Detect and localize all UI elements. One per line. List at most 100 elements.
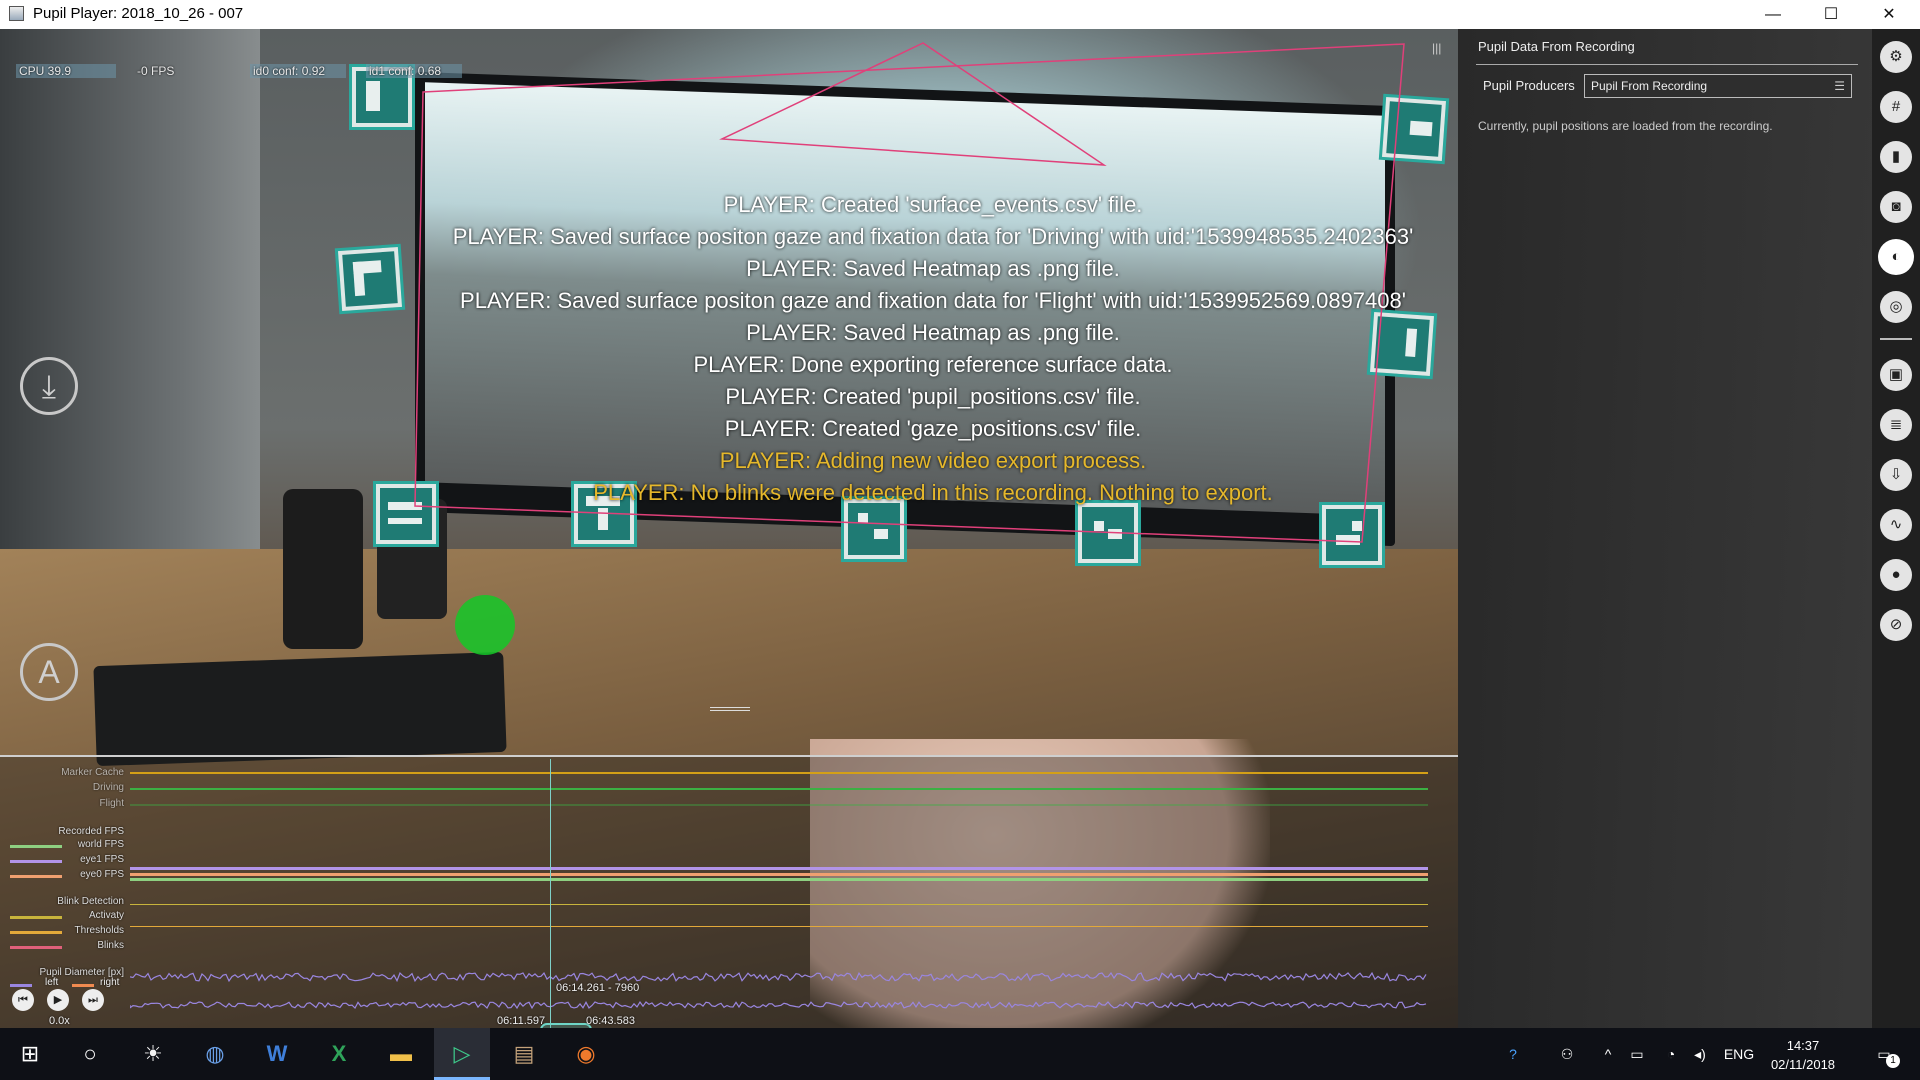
timeline-resize-handle[interactable] — [710, 707, 750, 711]
iconbar-divider — [1880, 338, 1912, 340]
help-icon[interactable]: ? — [1498, 1028, 1528, 1080]
bar-chart-icon[interactable]: ▮ — [1880, 141, 1912, 173]
trim-end-time: 06:43.583 — [586, 1015, 635, 1027]
timeline-label-blink-detection: Blink Detection — [57, 896, 124, 907]
clock-time: 14:37 — [1786, 1038, 1820, 1053]
language-indicator[interactable]: ENG — [1720, 1028, 1758, 1080]
media-app-icon[interactable]: ▤ — [496, 1028, 552, 1080]
timeline[interactable]: Marker Cache Driving Flight Recorded FPS… — [0, 755, 1458, 1028]
eye-ring-icon[interactable]: ◎ — [1880, 291, 1912, 323]
log-message: PLAYER: Saved surface positon gaze and f… — [460, 288, 1406, 313]
timeline-track-driving — [130, 788, 1428, 790]
timeline-label-driving: Driving — [92, 782, 124, 793]
chevron-up-icon[interactable]: ^ — [1598, 1028, 1618, 1080]
timeline-label-thresholds: Thresholds — [74, 925, 124, 936]
pupil-producers-label: Pupil Producers — [1483, 78, 1575, 93]
export-icon[interactable]: ⇩ — [1880, 459, 1912, 491]
message-log: PLAYER: Created 'surface_events.csv' fil… — [340, 189, 1458, 509]
panel-title: Pupil Data From Recording — [1478, 39, 1635, 54]
world-video-view[interactable]: CPU 39.9 -0 FPS id0 conf: 0.92 id1 conf:… — [0, 29, 1458, 1028]
record-circle-icon[interactable]: ● — [1880, 559, 1912, 591]
gaze-point — [455, 595, 515, 655]
annotation-button[interactable]: A — [20, 643, 78, 701]
app-icon — [9, 6, 24, 21]
timeline-label-world-fps: world FPS — [77, 839, 124, 850]
log-message: PLAYER: Adding new video export process. — [719, 448, 1147, 473]
legend-swatch-world-fps — [10, 845, 62, 848]
legend-swatch-activity — [10, 916, 62, 919]
timeline-label-flight: Flight — [99, 798, 124, 809]
timeline-track-flight — [130, 804, 1428, 806]
eye-off-icon[interactable]: ⊘ — [1880, 609, 1912, 641]
globe-app-icon[interactable]: ◍ — [187, 1028, 243, 1080]
legend-label-left: left — [45, 977, 59, 988]
volume-icon[interactable]: ◂) — [1688, 1028, 1712, 1080]
log-message: PLAYER: Done exporting reference surface… — [693, 352, 1173, 377]
timeline-label-marker-cache: Marker Cache — [61, 767, 124, 778]
document-icon[interactable]: ≣ — [1880, 409, 1912, 441]
close-button[interactable]: ✕ — [1860, 0, 1918, 29]
maximize-button[interactable]: ☐ — [1802, 0, 1860, 29]
timeline-label-eye1-fps: eye1 FPS — [80, 854, 124, 865]
window-titlebar: Pupil Player: 2018_10_26 - 007 — ☐ ✕ — [0, 0, 1920, 29]
taskbar-clock[interactable]: 14:37 02/11/2018 — [1758, 1036, 1848, 1074]
menu-handle-icon[interactable]: ||| — [1432, 41, 1441, 55]
download-icon[interactable]: ⤓ — [20, 357, 78, 415]
timeline-track-eye0-fps — [130, 873, 1428, 876]
timeline-label-activity: Activaty — [88, 910, 124, 921]
fps-readout: -0 FPS — [137, 64, 175, 78]
playback-speed: 0.0x — [49, 1015, 70, 1027]
legend-swatch-left — [10, 984, 32, 987]
firefox-app-icon[interactable]: ◉ — [558, 1028, 614, 1080]
plugin-panel: Pupil Data From Recording Pupil Producer… — [1458, 29, 1872, 1028]
gear-icon[interactable]: ⚙ — [1880, 41, 1912, 73]
pupil-producers-select[interactable]: Pupil From Recording ☰ — [1584, 74, 1852, 98]
window-title: Pupil Player: 2018_10_26 - 007 — [33, 5, 244, 22]
camera-icon[interactable]: ◙ — [1880, 191, 1912, 223]
legend-swatch-right — [72, 984, 94, 987]
timeline-playhead[interactable] — [550, 759, 551, 1028]
plugin-icon-bar: ⚙ # ▮ ◙ ◐ ◎ ▣ ≣ ⇩ ∿ ● ⊘ — [1872, 29, 1920, 1028]
minimize-button[interactable]: — — [1744, 0, 1802, 29]
timeline-label-recorded-fps: Recorded FPS — [58, 826, 124, 837]
grid-icon[interactable]: # — [1880, 91, 1912, 123]
excel-app-icon[interactable]: X — [311, 1028, 367, 1080]
wifi-icon[interactable]: ◔ — [1659, 1028, 1683, 1080]
battery-icon[interactable]: ▭ — [1625, 1028, 1649, 1080]
chevron-down-icon: ☰ — [1834, 79, 1845, 93]
trim-start-time: 06:11.597 — [497, 1015, 546, 1027]
timeline-track-activity — [130, 904, 1428, 905]
search-circle-icon[interactable]: ○ — [62, 1028, 118, 1080]
log-message: PLAYER: Saved surface positon gaze and f… — [452, 224, 1414, 249]
timeline-label-blinks: Blinks — [97, 940, 124, 951]
word-app-icon[interactable]: W — [249, 1028, 305, 1080]
log-message: PLAYER: Created 'gaze_positions.csv' fil… — [724, 416, 1142, 441]
legend-swatch-eye1-fps — [10, 860, 62, 863]
windows-taskbar: ⊞ ○ ☀ ◍ W X ▬ ▷ ▤ ◉ ? ⚇ ^ ▭ ◔ ◂) ENG 14:… — [0, 1028, 1920, 1080]
people-icon[interactable]: ⚇ — [1553, 1028, 1581, 1080]
panel-divider — [1476, 64, 1858, 65]
clock-date: 02/11/2018 — [1770, 1057, 1836, 1072]
id0-conf-readout: id0 conf: 0.92 — [250, 64, 346, 78]
file-explorer-icon[interactable]: ▬ — [373, 1028, 429, 1080]
brightness-app-icon[interactable]: ☀ — [125, 1028, 181, 1080]
log-message: PLAYER: Created 'pupil_positions.csv' fi… — [725, 384, 1141, 409]
skip-back-icon[interactable]: ⏮ — [12, 989, 34, 1011]
pupil-icon[interactable]: ◐ — [1880, 241, 1912, 273]
skip-forward-icon[interactable]: ⏭ — [82, 989, 104, 1011]
legend-swatch-blinks — [10, 946, 62, 949]
graph-icon[interactable]: ∿ — [1880, 509, 1912, 541]
windows-start-icon[interactable]: ⊞ — [2, 1028, 58, 1080]
pupil-diameter-plot — [130, 971, 1427, 1010]
trim-range-label: 06:14.261 - 7960 — [556, 982, 640, 994]
log-message: PLAYER: No blinks were detected in this … — [593, 480, 1273, 505]
play-icon[interactable]: ▶ — [47, 989, 69, 1011]
timeline-track-thresholds — [130, 926, 1428, 927]
notification-count-badge: 1 — [1886, 1054, 1900, 1068]
legend-label-right: right — [100, 977, 120, 988]
pupil-player-app-icon[interactable]: ▷ — [434, 1028, 490, 1080]
panel-info-text: Currently, pupil positions are loaded fr… — [1478, 119, 1773, 133]
surface-icon[interactable]: ▣ — [1880, 359, 1912, 391]
timeline-track-world-fps — [130, 878, 1428, 881]
cpu-graph: CPU 39.9 — [16, 64, 116, 78]
